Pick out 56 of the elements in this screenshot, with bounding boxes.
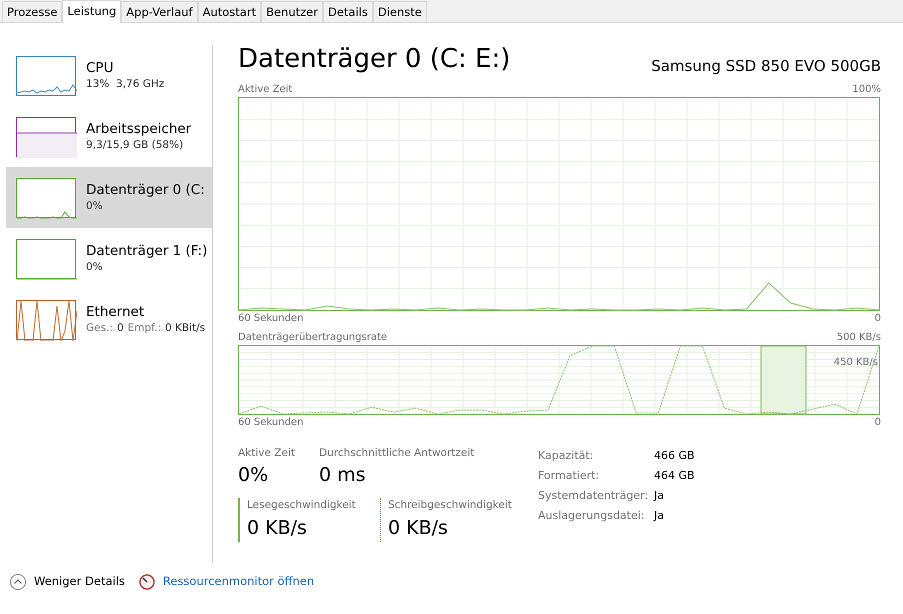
device-name: Samsung SSD 850 EVO 500GB: [651, 56, 881, 77]
tab[interactable]: Dienste: [372, 1, 427, 22]
property-label: Auslagerungsdatei:: [538, 508, 646, 524]
sidebar-item[interactable]: CPU 13% 3,76 GHz: [6, 45, 212, 106]
tab[interactable]: App-Verlauf: [121, 1, 198, 22]
graph-min: 0: [874, 416, 881, 430]
item-title: Arbeitsspeicher: [86, 120, 192, 138]
graph-label: Aktive Zeit: [238, 82, 292, 96]
item-title: CPU: [86, 58, 114, 77]
graph-time: 60 Sekunden: [238, 312, 304, 326]
tab[interactable]: Leistung: [62, 0, 122, 23]
property-label: Kapazität:: [538, 448, 594, 464]
detail-label: Empf.:: [128, 320, 161, 336]
detail-value: 0 KBit/s: [164, 320, 206, 336]
sidebar-item[interactable]: Arbeitsspeicher 9,3/15,9 GB (58%): [6, 106, 212, 167]
graph-max: 500 KB/s: [836, 330, 881, 344]
detail-label: Ges.:: [86, 320, 113, 336]
stat-value: 0 ms: [319, 463, 367, 488]
sidebar-item[interactable]: Datenträger 0 (C: 0%: [6, 167, 212, 228]
stat-label: Durchschnittliche Antwortzeit: [319, 446, 474, 460]
item-detail: 0%: [86, 260, 104, 275]
item-detail: 13% 3,76 GHz: [86, 76, 164, 92]
graph-min: 0: [874, 312, 881, 326]
tab[interactable]: Benutzer: [261, 1, 323, 22]
speed-label: Lesegeschwindigkeit: [247, 498, 357, 513]
speed-value: 0 KB/s: [388, 516, 449, 540]
tab[interactable]: Autostart: [198, 1, 262, 22]
item-title: Datenträger 0 (C:: [86, 180, 205, 199]
sidebar-item[interactable]: Ethernet Ges.: 0 Empf.: 0 KBit/s: [6, 289, 212, 350]
collapse-icon[interactable]: [10, 574, 26, 590]
stat-value: 0%: [238, 463, 270, 488]
property-label: Systemdatenträger:: [538, 488, 650, 504]
property-value: Ja: [654, 488, 664, 504]
graph-scale-label: 450 KB/s: [834, 356, 878, 370]
speed-label: Schreibgeschwindigkeit: [388, 498, 513, 513]
tab[interactable]: Prozesse: [2, 1, 62, 22]
property-value: 464 GB: [654, 468, 695, 484]
speed-value: 0 KB/s: [247, 516, 308, 540]
page-title: Datenträger 0 (C: E:): [238, 43, 510, 76]
item-detail: 9,3/15,9 GB (58%): [86, 138, 184, 153]
less-details-link[interactable]: Weniger Details: [34, 573, 125, 590]
item-title: Datenträger 1 (F:): [86, 242, 208, 260]
sidebar-item[interactable]: Datenträger 1 (F:) 0%: [6, 228, 212, 289]
item-title: Ethernet: [86, 302, 146, 321]
tab[interactable]: Details: [322, 1, 373, 22]
property-value: 466 GB: [654, 448, 695, 464]
stat-label: Aktive Zeit: [238, 446, 295, 460]
property-label: Formatiert:: [538, 468, 600, 484]
detail-value: 0: [116, 320, 124, 336]
resource-monitor-link[interactable]: Ressourcenmonitor öffnen: [162, 573, 314, 590]
graph-label: Datenträgerübertragungsrate: [238, 330, 388, 344]
graph-max: 100%: [852, 82, 881, 96]
property-value: Ja: [654, 508, 664, 524]
item-detail: 0%: [86, 198, 104, 214]
graph-time: 60 Sekunden: [238, 416, 304, 430]
gauge-icon[interactable]: [138, 574, 155, 590]
